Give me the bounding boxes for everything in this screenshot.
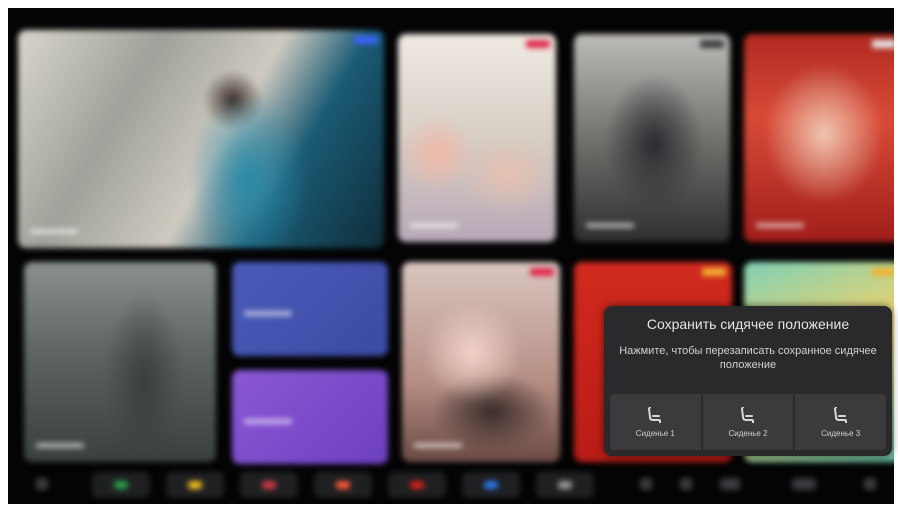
category-tile[interactable] [232,370,388,464]
seat-label: Сиденье 3 [821,428,861,438]
dock-app-button[interactable] [240,472,298,498]
seat-label: Сиденье 1 [635,428,675,438]
temperature-icon[interactable] [792,478,816,490]
poster-caption [410,223,458,228]
featured-poster[interactable] [18,30,384,248]
poster-badge [530,268,554,276]
poster-badge [872,40,894,48]
fan-icon[interactable] [680,478,692,490]
poster-tile[interactable] [744,34,894,242]
dock-app-button[interactable] [462,472,520,498]
poster-badge [872,268,894,276]
poster-tile[interactable] [402,262,560,462]
phone-icon [114,481,128,489]
dock-app-button[interactable] [536,472,594,498]
dock-app-button[interactable] [388,472,446,498]
poster-badge [700,40,724,48]
climate-icon[interactable] [720,478,740,490]
bottom-dock [8,466,894,504]
seat-1-button[interactable]: Сиденье 1 [610,394,701,450]
seat-label: Сиденье 2 [728,428,768,438]
poster-tile[interactable] [574,34,730,242]
poster-caption [36,443,84,448]
poster-badge [702,268,726,276]
category-tile[interactable] [232,262,388,356]
poster-caption [756,223,804,228]
poster-caption [414,443,462,448]
poster-tile[interactable] [24,262,216,462]
message-icon [188,481,202,489]
seat-3-button[interactable]: Сиденье 3 [795,394,887,450]
poster-caption [586,223,634,228]
seat-icon [741,406,754,423]
seat-icon [648,406,662,423]
navigation-icon [336,481,350,489]
volume-icon[interactable] [640,478,652,490]
save-seat-position-popup: Сохранить сидячее положение Нажмите, что… [604,306,892,456]
dock-app-button[interactable] [92,472,150,498]
seat-2-button[interactable]: Сиденье 2 [702,394,794,450]
poster-tile[interactable] [398,34,556,242]
category-caption [244,419,292,424]
dock-app-button[interactable] [166,472,224,498]
poster-caption [30,229,78,234]
apps-icon [558,481,572,489]
settings-icon [410,481,424,489]
popup-description: Нажмите, чтобы перезаписать сохранное си… [619,345,877,371]
home-icon[interactable] [36,478,48,490]
poster-badge [526,40,550,48]
seat-options: Сиденье 1 Сиденье 2 Сиденье 3 [610,394,887,450]
poster-badge [354,36,378,44]
bluetooth-icon [484,481,498,489]
phone-call-icon[interactable] [864,478,876,490]
popup-title: Сохранить сидячее положение [646,316,850,332]
dock-app-button[interactable] [314,472,372,498]
seat-icon [833,406,847,423]
category-caption [244,311,292,316]
music-icon [262,481,276,489]
